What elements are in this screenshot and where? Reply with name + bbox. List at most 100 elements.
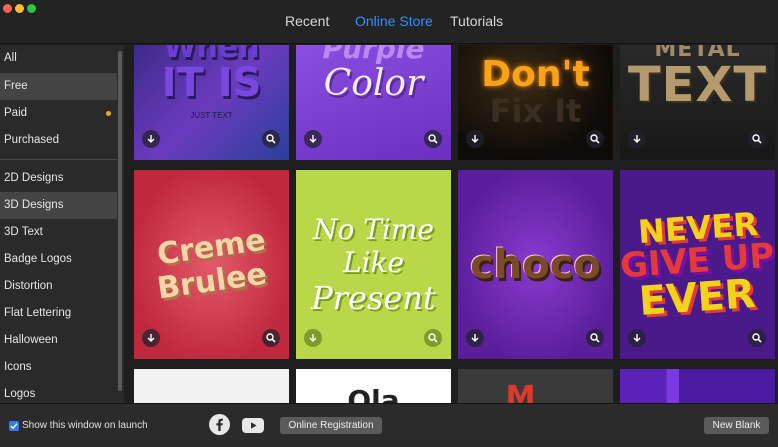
youtube-link[interactable] xyxy=(242,418,264,433)
template-grid: When IT IS JUST TEXT Purple Color Don't … xyxy=(124,45,778,403)
tab-online-store[interactable]: Online Store xyxy=(355,13,433,29)
template-card[interactable]: No Time Like Present xyxy=(296,170,451,359)
art-caption: JUST TEXT xyxy=(190,111,233,120)
preview-button[interactable] xyxy=(586,130,604,148)
art-line: Like xyxy=(342,245,405,279)
download-button[interactable] xyxy=(466,130,484,148)
preview-button[interactable] xyxy=(748,329,766,347)
art-line: Fix It xyxy=(489,92,582,130)
sidebar-item-label: All xyxy=(4,52,17,64)
template-card[interactable]: choco xyxy=(458,170,613,359)
preview-button[interactable] xyxy=(424,329,442,347)
checkmark-icon xyxy=(9,421,19,431)
tab-recent[interactable]: Recent xyxy=(285,13,329,29)
card-artwork: Ola xyxy=(296,369,451,404)
art-line: M xyxy=(505,380,536,404)
template-card[interactable]: Don't Fix It xyxy=(458,45,613,160)
sidebar-item-paid[interactable]: Paid xyxy=(0,100,117,127)
magnifier-icon xyxy=(586,134,604,144)
download-arrow-icon xyxy=(466,134,484,144)
sidebar-item-flat-lettering[interactable]: Flat Lettering xyxy=(0,300,117,327)
sidebar-item-label: Icons xyxy=(4,361,32,373)
sidebar-item-label: Flat Lettering xyxy=(4,307,72,319)
preview-button[interactable] xyxy=(262,329,280,347)
art-line: EVER xyxy=(637,270,758,325)
new-blank-button[interactable]: New Blank xyxy=(704,417,769,434)
sidebar-item-all[interactable]: All xyxy=(0,45,117,72)
sidebar-item-label: Logos xyxy=(4,388,36,400)
card-artwork xyxy=(620,369,775,403)
sidebar-item-label: 3D Text xyxy=(4,226,43,238)
download-button[interactable] xyxy=(304,329,322,347)
sidebar-item-distortion[interactable]: Distortion xyxy=(0,273,117,300)
download-arrow-icon xyxy=(628,134,646,144)
download-arrow-icon xyxy=(304,134,322,144)
sidebar-item-label: 2D Designs xyxy=(4,172,64,184)
sidebar-item-icons[interactable]: Icons xyxy=(0,354,117,381)
scrollbar-thumb[interactable] xyxy=(118,51,122,391)
sidebar-item-logos[interactable]: Logos xyxy=(0,381,117,403)
facebook-link[interactable] xyxy=(209,414,230,435)
magnifier-icon xyxy=(586,333,604,343)
template-card[interactable]: Purple Color xyxy=(296,45,451,160)
art-line: TEXT xyxy=(627,57,768,113)
sidebar-item-label: Badge Logos xyxy=(4,253,72,265)
template-card[interactable]: NEVER GIVE UP EVER xyxy=(620,170,775,359)
show-on-launch-checkbox[interactable] xyxy=(9,421,19,431)
sidebar-item-purchased[interactable]: Purchased xyxy=(0,127,117,154)
download-button[interactable] xyxy=(628,130,646,148)
art-line: IT IS xyxy=(161,60,262,106)
paid-badge-dot xyxy=(106,111,111,116)
preview-button[interactable] xyxy=(262,130,280,148)
art-line: Purple xyxy=(322,45,425,65)
template-card[interactable] xyxy=(134,369,289,403)
download-button[interactable] xyxy=(142,329,160,347)
close-window-button[interactable] xyxy=(3,4,12,13)
magnifier-icon xyxy=(748,134,766,144)
bottom-bar: Show this window on launch Online Regist… xyxy=(0,403,778,447)
download-button[interactable] xyxy=(142,130,160,148)
category-sidebar: All Free Paid Purchased 2D Designs 3D De… xyxy=(0,45,124,403)
sidebar-item-2d-designs[interactable]: 2D Designs xyxy=(0,165,117,192)
sidebar-item-3d-designs[interactable]: 3D Designs xyxy=(0,192,117,219)
sidebar-item-3d-text[interactable]: 3D Text xyxy=(0,219,117,246)
sidebar-item-label: Free xyxy=(4,80,28,92)
sidebar-item-label: Paid xyxy=(4,107,28,119)
tab-tutorials[interactable]: Tutorials xyxy=(450,13,503,29)
magnifier-icon xyxy=(748,333,766,343)
template-card[interactable]: Ola xyxy=(296,369,451,403)
download-arrow-icon xyxy=(466,333,484,343)
art-line: choco xyxy=(470,241,601,288)
download-button[interactable] xyxy=(628,329,646,347)
online-registration-button[interactable]: Online Registration xyxy=(280,417,382,434)
sidebar-item-halloween[interactable]: Halloween xyxy=(0,327,117,354)
sidebar-item-label: Purchased xyxy=(4,134,59,146)
art-line: Don't xyxy=(481,54,590,95)
magnifier-icon xyxy=(424,333,442,343)
preview-button[interactable] xyxy=(586,329,604,347)
template-card[interactable]: METAL TEXT xyxy=(620,45,775,160)
maximize-window-button[interactable] xyxy=(27,4,36,13)
template-card[interactable]: When IT IS JUST TEXT xyxy=(134,45,289,160)
preview-button[interactable] xyxy=(748,130,766,148)
art-line: Color xyxy=(323,63,424,104)
card-artwork: M xyxy=(458,369,613,404)
art-line: No Time xyxy=(312,212,434,246)
sidebar-item-badge-logos[interactable]: Badge Logos xyxy=(0,246,117,273)
card-artwork xyxy=(134,369,289,403)
template-card[interactable] xyxy=(620,369,775,403)
art-line: Present xyxy=(311,278,436,317)
template-card[interactable]: M xyxy=(458,369,613,403)
show-on-launch-label: Show this window on launch xyxy=(22,420,148,431)
download-button[interactable] xyxy=(304,130,322,148)
sidebar-scrollbar[interactable] xyxy=(117,45,123,403)
sidebar-item-free[interactable]: Free xyxy=(0,73,117,100)
template-card[interactable]: Creme Brulee xyxy=(134,170,289,359)
magnifier-icon xyxy=(424,134,442,144)
art-line: Ola xyxy=(347,384,400,404)
download-button[interactable] xyxy=(466,329,484,347)
sidebar-item-label: 3D Designs xyxy=(4,199,64,211)
youtube-icon xyxy=(242,420,264,437)
minimize-window-button[interactable] xyxy=(15,4,24,13)
preview-button[interactable] xyxy=(424,130,442,148)
